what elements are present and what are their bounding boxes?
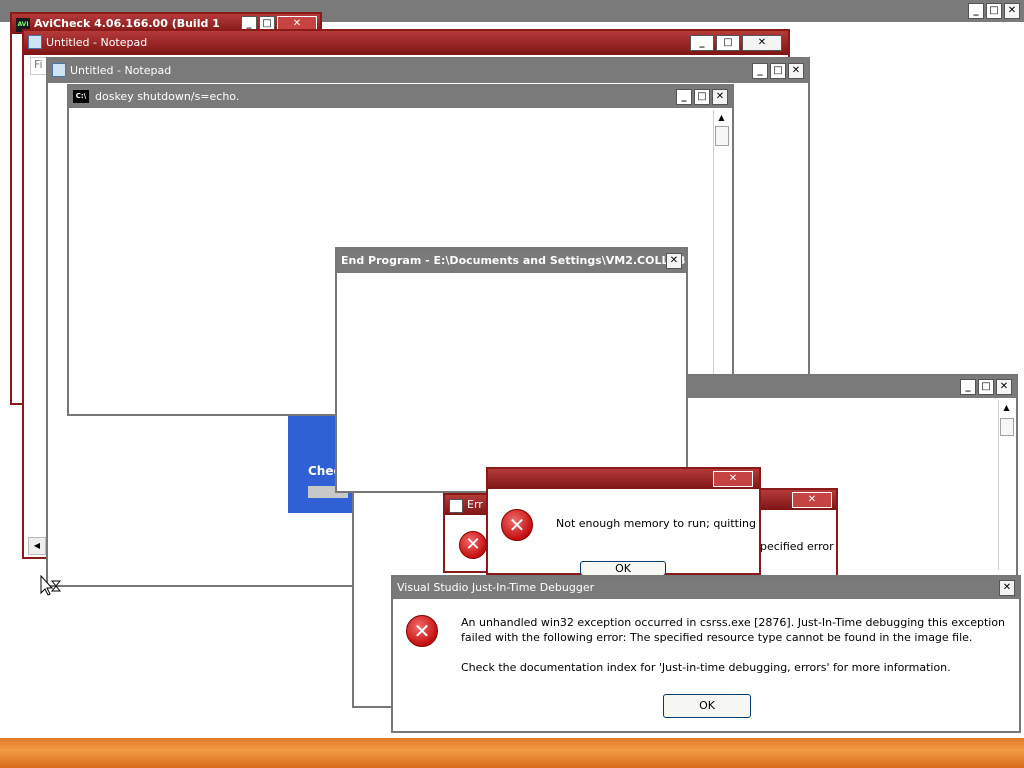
minimize-button[interactable]: _ bbox=[960, 379, 976, 395]
scroll-thumb[interactable] bbox=[1000, 418, 1014, 436]
maximize-button[interactable]: □ bbox=[986, 3, 1002, 19]
error-icon: ✕ bbox=[406, 615, 438, 647]
jit-debugger-dialog: Visual Studio Just-In-Time Debugger ✕ ✕ … bbox=[391, 575, 1021, 733]
notepad-titlebar-back[interactable]: Untitled - Notepad _ □ ✕ bbox=[24, 31, 788, 55]
scroll-thumb[interactable] bbox=[715, 126, 729, 146]
cmd-scrollbar[interactable]: ▲ ▼ bbox=[713, 110, 729, 412]
ok-button[interactable]: OK bbox=[580, 561, 666, 575]
error-icon: ✕ bbox=[459, 531, 487, 559]
horizontal-scroll-left[interactable]: ◀ bbox=[28, 537, 46, 555]
error-small-title: Err bbox=[467, 498, 483, 511]
red-dialog-right: ✕ pecified error bbox=[758, 488, 838, 578]
scroll-up-arrow[interactable]: ▲ bbox=[999, 400, 1014, 416]
close-button[interactable]: ✕ bbox=[742, 35, 782, 51]
maximize-button[interactable]: □ bbox=[694, 89, 710, 105]
memory-error-dialog: ✕ ✕ Not enough memory to run; quitting O… bbox=[486, 467, 761, 575]
close-button[interactable]: ✕ bbox=[666, 253, 682, 269]
close-button[interactable]: ✕ bbox=[712, 89, 728, 105]
end-program-title: End Program - E:\Documents and Settings\… bbox=[341, 254, 686, 267]
jit-help-message: Check the documentation index for 'Just-… bbox=[461, 661, 951, 674]
maximize-button[interactable]: □ bbox=[978, 379, 994, 395]
notepad-title-back: Untitled - Notepad bbox=[46, 36, 148, 49]
window-icon bbox=[449, 499, 463, 513]
close-button[interactable]: ✕ bbox=[1004, 3, 1020, 19]
close-button[interactable]: ✕ bbox=[999, 580, 1015, 596]
close-button[interactable]: ✕ bbox=[788, 63, 804, 79]
jit-message: An unhandled win32 exception occurred in… bbox=[461, 616, 1006, 644]
minimize-button[interactable]: _ bbox=[690, 35, 714, 51]
notepad-titlebar[interactable]: Untitled - Notepad _ □ ✕ bbox=[48, 59, 808, 83]
minimize-button[interactable]: _ bbox=[752, 63, 768, 79]
background-window-buttons: _ □ ✕ bbox=[968, 3, 1020, 19]
red-dialog-right-text: pecified error bbox=[760, 540, 834, 553]
notepad-icon bbox=[28, 35, 42, 49]
red-dialog-right-titlebar[interactable]: ✕ bbox=[760, 490, 836, 510]
maximize-button[interactable]: □ bbox=[770, 63, 786, 79]
error-small-titlebar[interactable]: Err bbox=[445, 495, 491, 515]
minimize-button[interactable]: _ bbox=[676, 89, 692, 105]
taskbar[interactable] bbox=[0, 738, 1024, 768]
jit-titlebar[interactable]: Visual Studio Just-In-Time Debugger ✕ bbox=[393, 577, 1019, 599]
ok-button[interactable]: OK bbox=[663, 694, 751, 718]
right-window-scrollbar[interactable]: ▲ bbox=[998, 400, 1014, 570]
cmd-title: doskey shutdown/s=echo. bbox=[95, 90, 240, 103]
error-icon: ✕ bbox=[501, 509, 533, 541]
end-program-window: End Program - E:\Documents and Settings\… bbox=[335, 247, 688, 493]
close-button[interactable]: ✕ bbox=[713, 471, 753, 487]
cmd-titlebar[interactable]: C:\ doskey shutdown/s=echo. _ □ ✕ bbox=[69, 86, 732, 108]
end-program-titlebar[interactable]: End Program - E:\Documents and Settings\… bbox=[337, 249, 686, 273]
scroll-up-arrow[interactable]: ▲ bbox=[714, 110, 729, 126]
cmd-icon: C:\ bbox=[73, 90, 89, 103]
busy-cursor-icon bbox=[40, 574, 62, 597]
memory-error-message: Not enough memory to run; quitting bbox=[556, 517, 756, 530]
jit-title: Visual Studio Just-In-Time Debugger bbox=[397, 581, 595, 594]
notepad-title: Untitled - Notepad bbox=[70, 64, 172, 77]
notepad-icon bbox=[52, 63, 66, 77]
minimize-button[interactable]: _ bbox=[968, 3, 984, 19]
close-button[interactable]: ✕ bbox=[996, 379, 1012, 395]
maximize-button[interactable]: □ bbox=[716, 35, 740, 51]
close-button[interactable]: ✕ bbox=[792, 492, 832, 508]
memory-dialog-titlebar[interactable]: ✕ bbox=[488, 469, 759, 489]
